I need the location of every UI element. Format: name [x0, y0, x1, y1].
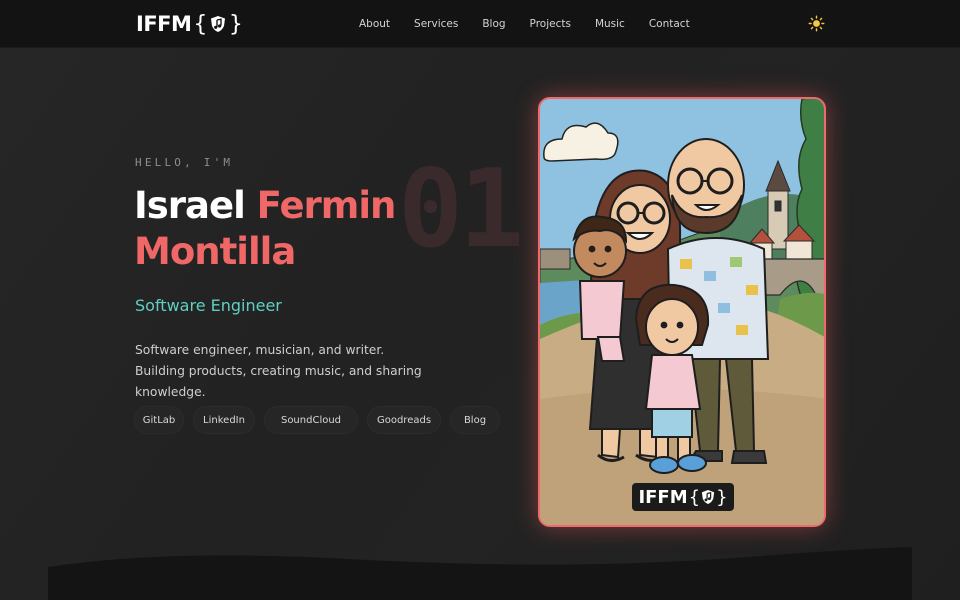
- hero-name: Israel Fermin Montilla: [134, 183, 414, 275]
- hero-role: Software Engineer: [135, 296, 282, 315]
- section-divider-wave: [48, 547, 912, 600]
- hero-greeting: HELLO, I'M: [135, 156, 234, 169]
- nav-about[interactable]: About: [359, 16, 390, 32]
- logo-brace-close: }: [228, 11, 243, 37]
- badge-brace-open: {: [688, 486, 701, 508]
- logo-text: IFFM: [136, 12, 192, 36]
- logo-brace-open: {: [193, 11, 207, 37]
- portrait-logo-badge: IFFM { }: [632, 483, 734, 511]
- section-number: 01: [398, 147, 524, 272]
- toddler: [572, 215, 628, 362]
- top-navigation-bar: IFFM { } About Services Blog Projects Mu…: [0, 0, 960, 48]
- music-shield-icon: [210, 16, 225, 32]
- site-logo[interactable]: IFFM { }: [136, 11, 243, 37]
- sun-icon[interactable]: [808, 15, 825, 32]
- nav-projects[interactable]: Projects: [530, 16, 571, 32]
- first-name: Israel: [134, 184, 246, 227]
- family-portrait-card: IFFM { }: [538, 97, 826, 527]
- link-goodreads[interactable]: Goodreads: [367, 406, 441, 434]
- music-shield-icon: [701, 490, 715, 504]
- badge-text: IFFM: [638, 486, 688, 508]
- middle-name: Fermin: [256, 184, 397, 227]
- last-name: Montilla: [134, 230, 296, 273]
- nav-blog[interactable]: Blog: [482, 16, 505, 32]
- link-linkedin[interactable]: LinkedIn: [193, 406, 255, 434]
- nav-contact[interactable]: Contact: [649, 16, 690, 32]
- link-gitlab[interactable]: GitLab: [134, 406, 184, 434]
- main-nav: About Services Blog Projects Music Conta…: [359, 16, 714, 32]
- badge-brace-close: }: [716, 486, 728, 508]
- family-illustration: [540, 99, 824, 525]
- hero-bio: Software engineer, musician, and writer.…: [135, 343, 422, 399]
- link-blog[interactable]: Blog: [450, 406, 500, 434]
- social-links: GitLab LinkedIn SoundCloud Goodreads Blo…: [134, 406, 500, 434]
- link-soundcloud[interactable]: SoundCloud: [264, 406, 358, 434]
- nav-services[interactable]: Services: [414, 16, 458, 32]
- nav-music[interactable]: Music: [595, 16, 625, 32]
